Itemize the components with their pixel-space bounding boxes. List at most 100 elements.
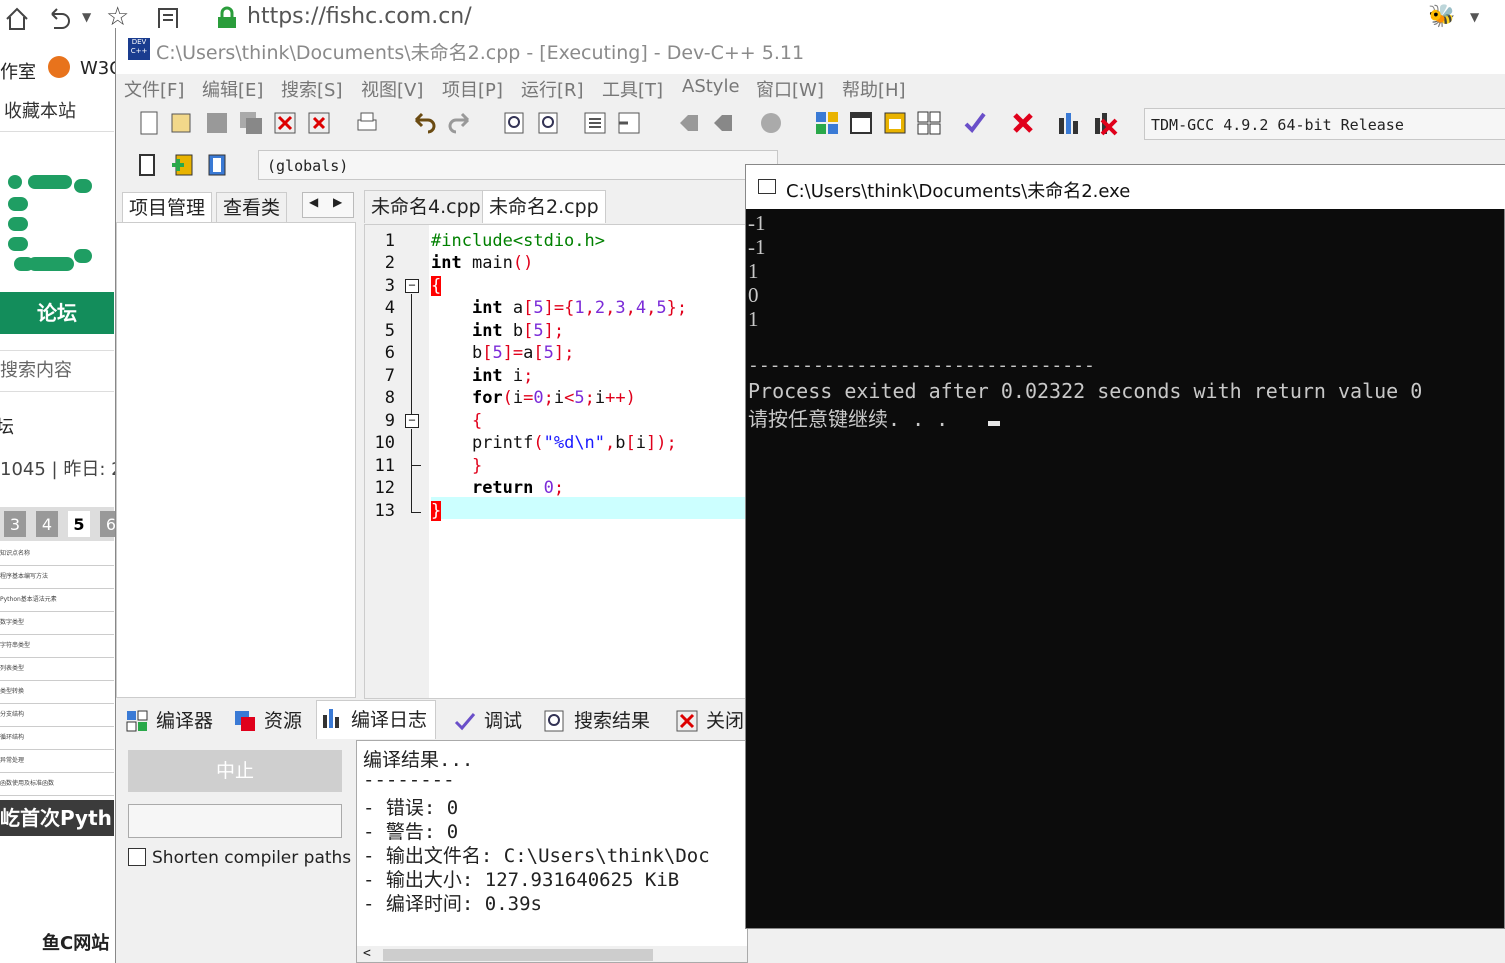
- extension-icon[interactable]: 🐝: [1428, 4, 1455, 29]
- url-field[interactable]: https://fishc.com.cn/: [247, 4, 472, 29]
- table-row: Python基本语法元素: [0, 589, 114, 612]
- rebuild-icon[interactable]: [916, 110, 942, 136]
- menu-project[interactable]: 项目[P]: [442, 76, 503, 102]
- tab-compile-log[interactable]: 编译日志: [316, 700, 437, 739]
- code-line: #include<stdio.h>: [431, 231, 605, 251]
- menu-view[interactable]: 视图[V]: [361, 76, 423, 102]
- menu-file[interactable]: 文件[F]: [124, 76, 184, 102]
- tab-file-4[interactable]: 未命名4.cpp: [364, 190, 488, 223]
- class-browser-icon[interactable]: [204, 152, 230, 178]
- line-number: 11: [374, 456, 395, 476]
- close-file-icon[interactable]: [272, 110, 298, 136]
- tab-resources[interactable]: 资源: [230, 704, 302, 738]
- insert-code-icon[interactable]: [134, 152, 160, 178]
- scroll-left-icon[interactable]: <: [363, 946, 371, 961]
- close-all-icon[interactable]: [306, 110, 332, 136]
- menu-astyle[interactable]: AStyle: [682, 76, 740, 97]
- profile-icon[interactable]: [1056, 110, 1082, 136]
- devcpp-logo-icon: DEV C++: [128, 38, 150, 60]
- scrollbar-thumb[interactable]: [383, 949, 653, 961]
- close-icon: [676, 710, 698, 732]
- page-link-current[interactable]: 5: [68, 511, 90, 537]
- checkbox-box[interactable]: [128, 848, 146, 866]
- compile-run-icon[interactable]: [882, 110, 908, 136]
- tab-project[interactable]: 项目管理: [122, 192, 213, 223]
- print-icon[interactable]: [354, 110, 380, 136]
- save-all-icon[interactable]: [238, 110, 264, 136]
- goto-bookmark-icon[interactable]: [710, 110, 736, 136]
- divider: [0, 131, 114, 132]
- scope-select[interactable]: (globals): [258, 150, 778, 180]
- console-window[interactable]: C:\Users\think\Documents\未命名2.exe -1 -1 …: [745, 164, 1505, 929]
- unindent-icon[interactable]: [616, 110, 642, 136]
- delete-profile-icon[interactable]: [1092, 110, 1118, 136]
- page-link[interactable]: 3: [4, 511, 26, 537]
- tab-close[interactable]: 关闭: [672, 704, 744, 738]
- table-row: 知识点名称: [0, 543, 114, 566]
- redo-icon[interactable]: [446, 110, 472, 136]
- stop-button[interactable]: 中止: [128, 750, 342, 792]
- dropdown-arrow-icon[interactable]: ▼: [1470, 10, 1479, 24]
- menu-help[interactable]: 帮助[H]: [842, 76, 906, 102]
- compile-log[interactable]: 编译结果... -------- - 错误: 0 - 警告: 0 - 输出文件名…: [356, 740, 748, 963]
- line-number: 10: [374, 433, 395, 453]
- find-icon[interactable]: [502, 110, 528, 136]
- tab-scroller: ◀ ▶: [302, 192, 354, 218]
- line-number: 1: [384, 231, 395, 251]
- fold-line: [411, 294, 412, 414]
- stop-execution-icon[interactable]: [1010, 110, 1036, 136]
- menu-search[interactable]: 搜索[S]: [281, 76, 342, 102]
- shorten-paths-checkbox[interactable]: Shorten compiler paths: [128, 848, 351, 868]
- home-icon[interactable]: [4, 6, 30, 32]
- compile-icon[interactable]: [814, 110, 840, 136]
- code-editor[interactable]: 1 2 3 4 5 6 7 8 9 10 11 12 13 − − #inclu…: [364, 224, 748, 699]
- search-input[interactable]: 搜索内容: [0, 350, 114, 392]
- code-line: }: [431, 501, 442, 521]
- table-row: 数字类型: [0, 612, 114, 635]
- page-link[interactable]: 6: [100, 511, 115, 537]
- undo-icon[interactable]: [412, 110, 438, 136]
- new-file-icon[interactable]: [136, 110, 162, 136]
- run-icon[interactable]: [848, 110, 874, 136]
- tab-compiler[interactable]: 编译器: [122, 704, 213, 738]
- menu-tools[interactable]: 工具[T]: [602, 76, 663, 102]
- forum-tab[interactable]: 论坛: [0, 292, 114, 334]
- line-number: 13: [374, 501, 395, 521]
- horizontal-scrollbar[interactable]: <: [357, 946, 747, 962]
- toggle-bookmark-icon[interactable]: [676, 110, 702, 136]
- line-number: 6: [384, 343, 395, 363]
- menu-edit[interactable]: 编辑[E]: [202, 76, 263, 102]
- fold-line: [411, 512, 421, 513]
- save-icon[interactable]: [204, 110, 230, 136]
- bookmark-item[interactable]: 作室: [0, 58, 36, 84]
- scroll-left-icon[interactable]: ◀: [309, 195, 318, 209]
- replace-icon[interactable]: [536, 110, 562, 136]
- tab-search-results[interactable]: 搜索结果: [540, 704, 650, 738]
- fold-collapse-icon[interactable]: −: [405, 279, 419, 293]
- text-cursor: [988, 421, 1000, 426]
- page-link[interactable]: 4: [36, 511, 58, 537]
- menu-run[interactable]: 运行[R]: [521, 76, 584, 102]
- table-row: 循环结构: [0, 727, 114, 750]
- tab-classes[interactable]: 查看类: [216, 192, 288, 223]
- undo-icon[interactable]: [46, 6, 72, 32]
- promo-banner[interactable]: 屹首次Pyth: [0, 800, 114, 836]
- bookmarks-bar: 作室 W3C: [0, 38, 122, 96]
- dropdown-arrow-icon[interactable]: ▼: [82, 10, 91, 24]
- fold-collapse-icon[interactable]: −: [405, 414, 419, 428]
- scroll-right-icon[interactable]: ▶: [333, 195, 342, 209]
- compiler-select[interactable]: TDM-GCC 4.9.2 64-bit Release: [1144, 108, 1505, 140]
- indent-icon[interactable]: [582, 110, 608, 136]
- tab-debug[interactable]: 调试: [450, 704, 522, 738]
- favorites-link[interactable]: 收藏本站: [4, 97, 76, 123]
- project-panel[interactable]: [116, 222, 356, 698]
- code-line: printf("%d\n",b[i]);: [431, 433, 677, 453]
- comment-icon[interactable]: [758, 110, 784, 136]
- open-file-icon[interactable]: [168, 110, 194, 136]
- log-line: - 警告: 0: [363, 821, 459, 843]
- tab-file-2[interactable]: 未命名2.cpp: [482, 190, 606, 223]
- add-class-icon[interactable]: [170, 152, 196, 178]
- menu-window[interactable]: 窗口[W]: [756, 76, 824, 102]
- syntax-check-icon[interactable]: [962, 110, 988, 136]
- console-prompt: 请按任意键继续. . .: [748, 407, 961, 431]
